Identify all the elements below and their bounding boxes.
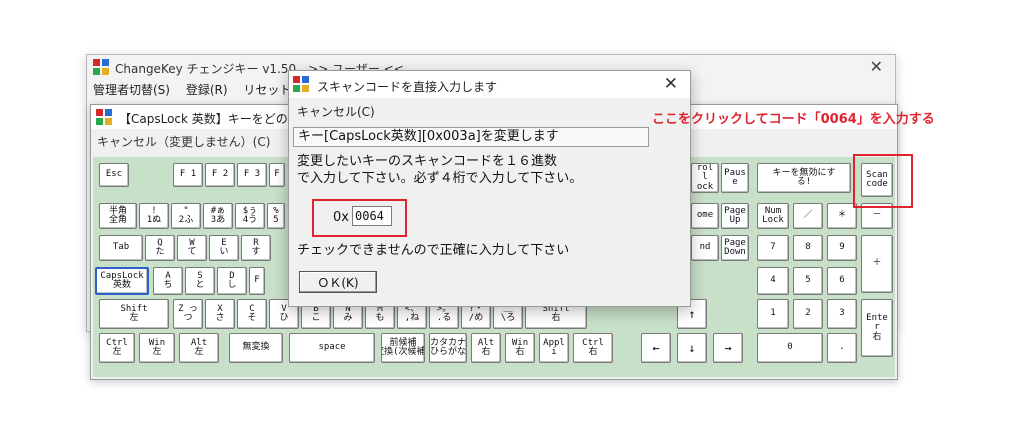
key-pause[interactable]: Paus e <box>721 163 749 193</box>
key-n7[interactable]: 7 <box>757 235 789 261</box>
ok-button[interactable]: ＯＫ(K) <box>299 271 377 293</box>
key-left[interactable]: ← <box>641 333 671 363</box>
key-x[interactable]: X さ <box>205 299 235 329</box>
key-n8[interactable]: 8 <box>793 235 823 261</box>
key-scroll[interactable]: rol l ock <box>691 163 719 193</box>
key-w[interactable]: W て <box>177 235 207 261</box>
key-numadd[interactable]: ＋ <box>861 235 893 293</box>
dialog-title-bar: スキャンコードを直接入力します ✕ <box>289 71 690 98</box>
input-highlight-box <box>312 199 407 237</box>
key-down[interactable]: ↓ <box>677 333 707 363</box>
key-lalt[interactable]: Alt 左 <box>179 333 219 363</box>
key-n9[interactable]: 9 <box>827 235 857 261</box>
menu-item-cancel-no-change[interactable]: キャンセル（変更しません）(C) <box>91 133 270 150</box>
key-pgup[interactable]: Page Up <box>721 203 749 229</box>
key-space[interactable]: space <box>289 333 375 363</box>
key-lshift[interactable]: Shift 左 <box>99 299 169 329</box>
key-z[interactable]: Z っ つ <box>173 299 203 329</box>
screenshot-stage: ChangeKey チェンジキー v1.50 >> ユーザー << ✕ 管理者切… <box>0 0 1024 437</box>
key-home[interactable]: ome <box>691 203 719 229</box>
key-n4[interactable]: 4 <box>757 267 789 295</box>
key-numlock[interactable]: Num Lock <box>757 203 789 229</box>
key-esc[interactable]: Esc <box>99 163 129 187</box>
dialog-menu-cancel[interactable]: キャンセル(C) <box>297 103 375 120</box>
key-s[interactable]: S と <box>185 267 215 295</box>
key-apps[interactable]: Appl i <box>539 333 569 363</box>
changekey-app-icon <box>96 109 112 128</box>
key-a[interactable]: A ち <box>153 267 183 295</box>
key-f3[interactable]: F 3 <box>237 163 267 187</box>
key-n3[interactable]: 3 <box>827 299 857 329</box>
key-ralt[interactable]: Alt 右 <box>471 333 501 363</box>
scancode-highlight-box <box>853 154 913 208</box>
main-close-icon[interactable]: ✕ <box>870 57 883 76</box>
key-f2[interactable]: F 2 <box>205 163 235 187</box>
key-k4[interactable]: $ぅ 4う <box>235 203 265 229</box>
key-numdiv[interactable]: ／ <box>793 203 823 229</box>
key-k5[interactable]: % 5 <box>267 203 285 229</box>
key-c[interactable]: C そ <box>237 299 267 329</box>
target-key-display: キー[CapsLock英数][0x003a]を変更します <box>293 127 649 147</box>
keyboard-window-title: 【CapsLock 英数】キーをどのキー <box>119 112 312 126</box>
menu-item-admin-switch[interactable]: 管理者切替(S) <box>93 81 170 98</box>
key-enter[interactable]: Ente r 右 <box>861 299 893 357</box>
key-pgdn[interactable]: Page Down <box>721 235 749 261</box>
changekey-app-icon <box>293 76 309 95</box>
scancode-dialog: スキャンコードを直接入力します ✕ キャンセル(C) キー[CapsLock英数… <box>288 70 691 307</box>
key-caps[interactable]: CapsLock 英数 <box>95 267 149 295</box>
key-f4[interactable]: F <box>269 163 285 187</box>
key-k2[interactable]: " 2ふ <box>171 203 201 229</box>
key-f1[interactable]: F 1 <box>173 163 203 187</box>
menu-item-reset[interactable]: リセット <box>243 81 291 98</box>
menu-item-register[interactable]: 登録(R) <box>186 81 228 98</box>
key-muhenkan[interactable]: 無変換 <box>229 333 283 363</box>
dialog-title: スキャンコードを直接入力します <box>317 80 498 94</box>
key-n0[interactable]: 0 <box>757 333 823 363</box>
key-tab[interactable]: Tab <box>99 235 143 261</box>
key-k1[interactable]: ! 1ぬ <box>139 203 169 229</box>
key-end[interactable]: nd <box>691 235 719 261</box>
key-q[interactable]: Q た <box>145 235 175 261</box>
main-menu-bar: 管理者切替(S) 登録(R) リセット <box>87 81 297 101</box>
key-ndot[interactable]: . <box>827 333 857 363</box>
key-n5[interactable]: 5 <box>793 267 823 295</box>
key-n2[interactable]: 2 <box>793 299 823 329</box>
key-lctrl[interactable]: Ctrl 左 <box>99 333 135 363</box>
dialog-instruction: 変更したいキーのスキャンコードを１６進数 で入力して下さい。必ず４桁で入力して下… <box>297 154 583 186</box>
instruction-annotation: ここをクリックしてコード「0064」を入力する <box>652 112 935 127</box>
key-r[interactable]: R す <box>241 235 271 261</box>
key-k3[interactable]: #ぁ 3あ <box>203 203 233 229</box>
changekey-app-icon <box>93 59 109 78</box>
key-henkan[interactable]: 前候補 変換(次候補) <box>381 333 425 363</box>
key-kana[interactable]: カタカナ ひらがな <box>429 333 467 363</box>
key-n1[interactable]: 1 <box>757 299 789 329</box>
key-f[interactable]: F <box>249 267 265 295</box>
key-hankaku[interactable]: 半角 全角 <box>99 203 137 229</box>
key-lwin[interactable]: Win 左 <box>139 333 175 363</box>
key-rwin[interactable]: Win 右 <box>505 333 535 363</box>
key-d[interactable]: D し <box>217 267 247 295</box>
key-e[interactable]: E い <box>209 235 239 261</box>
dialog-caution: チェックできませんので正確に入力して下さい <box>297 243 570 258</box>
key-n6[interactable]: 6 <box>827 267 857 295</box>
key-right[interactable]: → <box>713 333 743 363</box>
key-rctrl[interactable]: Ctrl 右 <box>573 333 613 363</box>
key-disable[interactable]: キーを無効にす る! <box>757 163 851 193</box>
dialog-close-icon[interactable]: ✕ <box>664 74 678 94</box>
